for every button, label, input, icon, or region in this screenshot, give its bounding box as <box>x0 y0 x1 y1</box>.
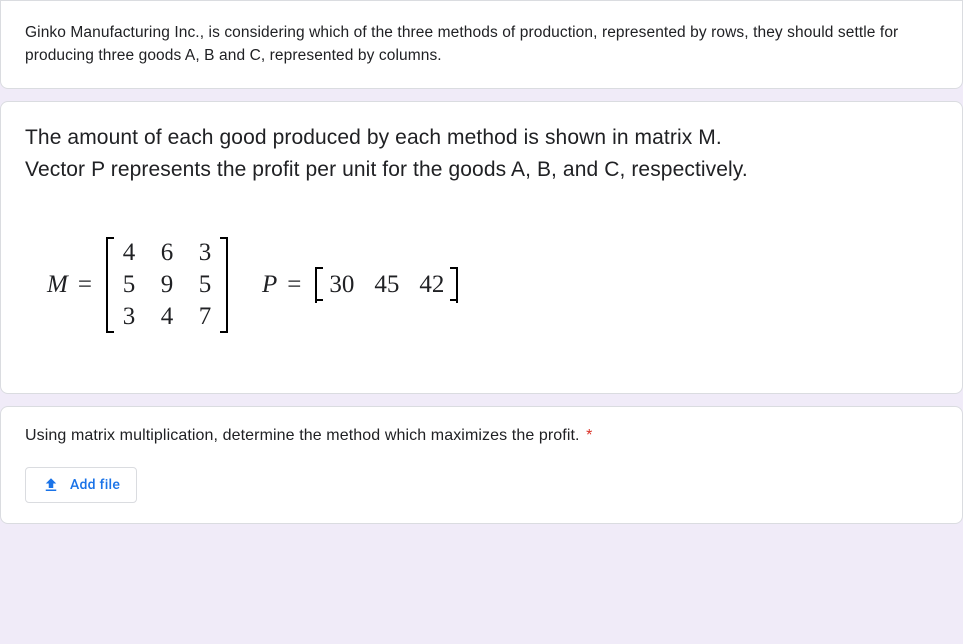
vector-p-body: 30 45 42 <box>321 267 452 303</box>
matrix-m: 4 6 3 5 9 5 3 4 7 <box>102 237 232 333</box>
matrix-area: M = 4 6 3 5 9 5 3 4 7 P = <box>25 237 938 333</box>
m-cell: 7 <box>196 303 214 331</box>
bracket-right-icon <box>452 267 462 303</box>
add-file-label: Add file <box>70 477 120 493</box>
m-cell: 3 <box>196 239 214 267</box>
m-cell: 3 <box>120 303 138 331</box>
bracket-left-icon <box>102 237 112 333</box>
description-card: The amount of each good produced by each… <box>0 101 963 394</box>
add-file-button[interactable]: Add file <box>25 467 137 503</box>
required-asterisk: * <box>586 427 592 444</box>
bracket-right-icon <box>222 237 232 333</box>
p-cell: 42 <box>419 271 444 299</box>
m-cell: 4 <box>120 239 138 267</box>
description-line-2: Vector P represents the profit per unit … <box>25 154 938 187</box>
description-line-1: The amount of each good produced by each… <box>25 122 938 155</box>
question-label: Using matrix multiplication, determine t… <box>25 427 580 444</box>
bracket-left-icon <box>311 267 321 303</box>
matrix-m-body: 4 6 3 5 9 5 3 4 7 <box>112 237 222 333</box>
question-text: Using matrix multiplication, determine t… <box>25 427 938 445</box>
upload-icon <box>42 476 60 494</box>
vector-p-label: P <box>262 271 277 299</box>
p-cell: 30 <box>329 271 354 299</box>
intro-text: Ginko Manufacturing Inc., is considering… <box>25 21 938 68</box>
m-cell: 9 <box>158 271 176 299</box>
vector-p-block: P = 30 45 42 <box>262 267 462 303</box>
vector-p: 30 45 42 <box>311 267 462 303</box>
p-cell: 45 <box>374 271 399 299</box>
m-cell: 5 <box>196 271 214 299</box>
m-cell: 6 <box>158 239 176 267</box>
equals-sign-m: = <box>76 271 94 299</box>
m-cell: 5 <box>120 271 138 299</box>
equals-sign-p: = <box>285 271 303 299</box>
question-card: Using matrix multiplication, determine t… <box>0 406 963 524</box>
matrix-m-block: M = 4 6 3 5 9 5 3 4 7 <box>47 237 232 333</box>
matrix-m-label: M <box>47 271 68 299</box>
intro-card: Ginko Manufacturing Inc., is considering… <box>0 0 963 89</box>
m-cell: 4 <box>158 303 176 331</box>
